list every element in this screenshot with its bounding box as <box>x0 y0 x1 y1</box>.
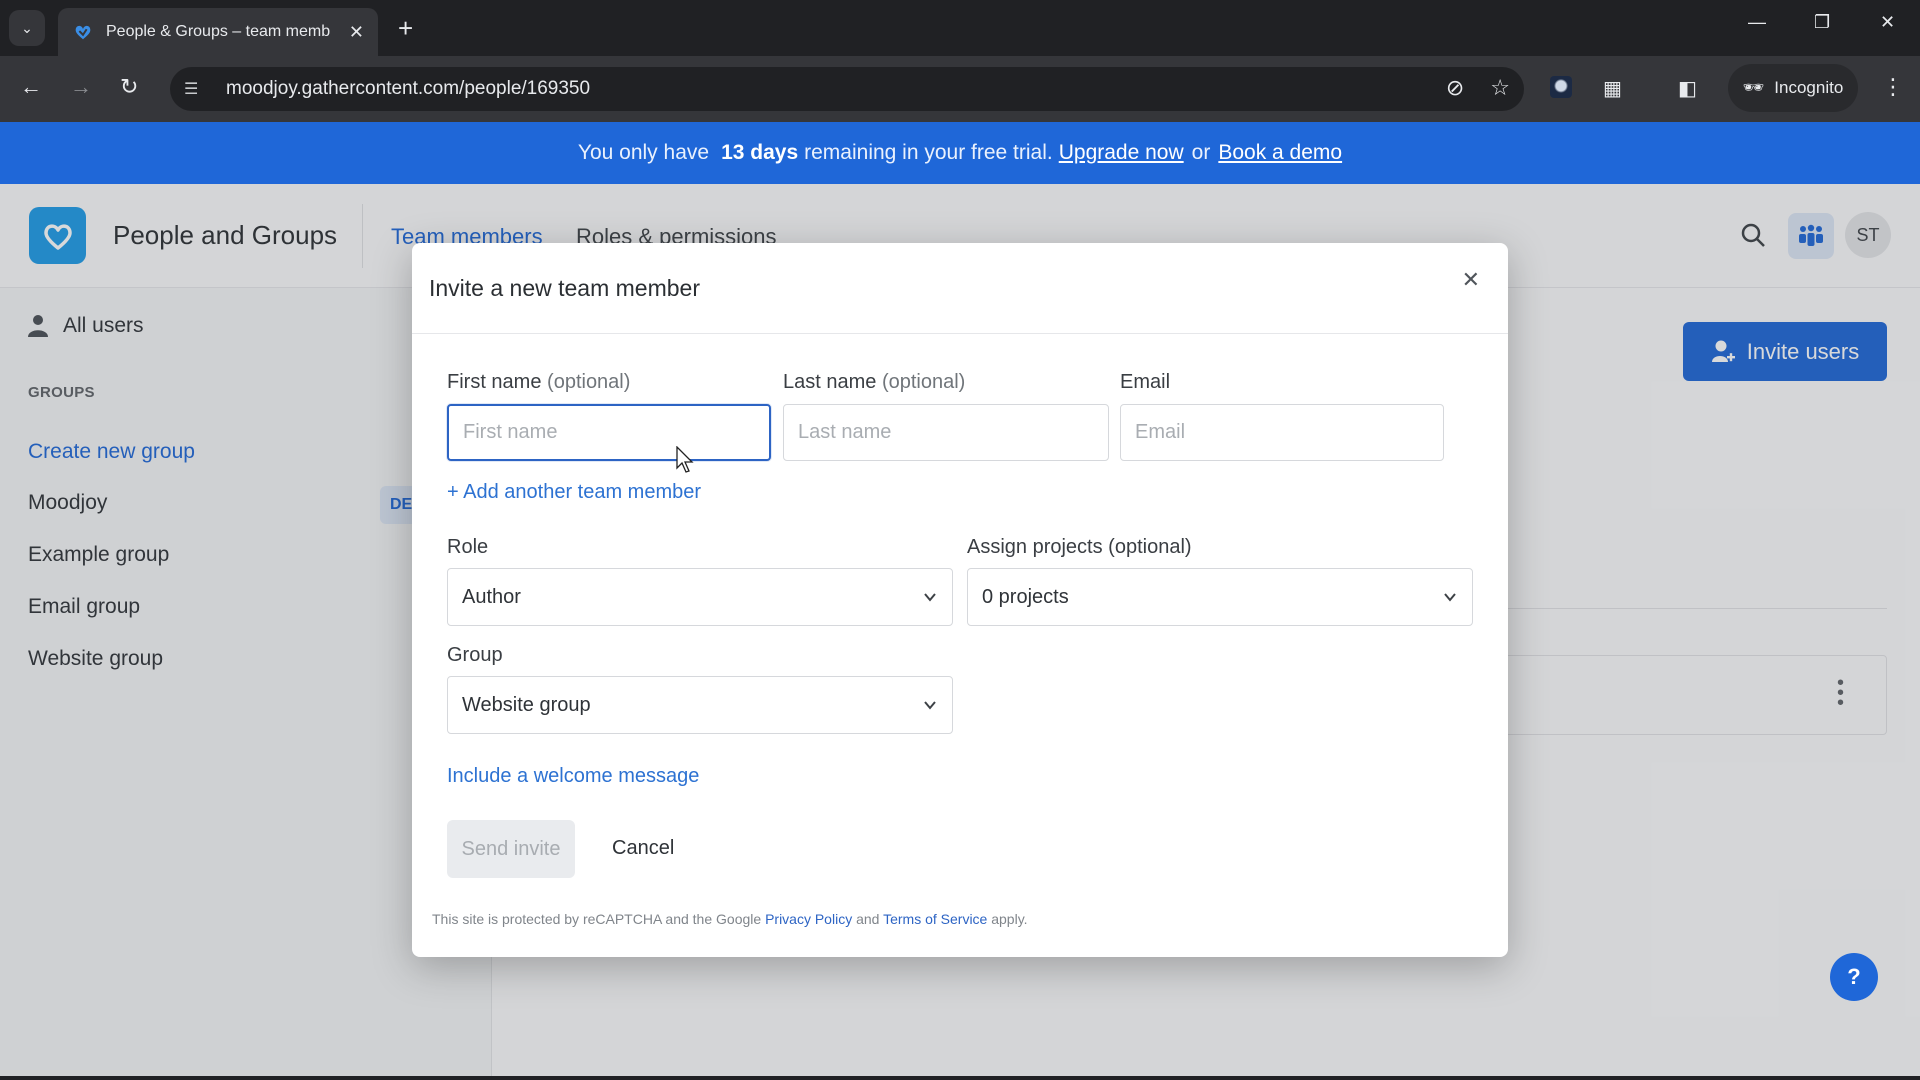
group-label: Group <box>447 644 503 666</box>
group-select[interactable]: Website group <box>447 676 953 734</box>
chevron-down-icon <box>1444 593 1456 602</box>
trial-banner: You only have 13 days remaining in your … <box>0 122 1920 184</box>
add-another-member-link[interactable]: + Add another team member <box>447 481 701 504</box>
last-name-optional: (optional) <box>881 371 966 393</box>
tab-search-button[interactable]: ⌄ <box>9 10 45 46</box>
email-label: Email <box>1120 371 1171 393</box>
include-welcome-message-link[interactable]: Include a welcome message <box>447 765 699 788</box>
gathercontent-favicon-icon <box>75 25 91 40</box>
banner-or: or <box>1191 141 1211 164</box>
recaptcha-prefix: This site is protected by reCAPTCHA and … <box>432 911 762 927</box>
tab-title: People & Groups – team memb <box>106 23 331 40</box>
projects-value: 0 projects <box>982 585 1069 608</box>
last-name-label-text: Last name <box>783 371 877 393</box>
role-select[interactable]: Author <box>447 568 953 626</box>
email-input[interactable] <box>1120 404 1444 461</box>
new-tab-button[interactable]: + <box>398 12 413 44</box>
send-invite-button[interactable]: Send invite <box>447 820 575 878</box>
chevron-down-icon: ⌄ <box>21 19 33 36</box>
help-button[interactable]: ? <box>1830 953 1878 1001</box>
chevron-down-icon <box>924 593 936 602</box>
forward-icon[interactable]: → <box>70 74 92 100</box>
book-demo-link[interactable]: Book a demo <box>1218 141 1342 165</box>
last-name-label: Last name (optional) <box>783 371 965 394</box>
back-icon[interactable]: ← <box>20 74 42 100</box>
role-value: Author <box>462 585 521 608</box>
browser-tab-strip: ⌄ People & Groups – team memb ✕ + — ❐ ✕ <box>0 0 1920 56</box>
recaptcha-and: and <box>856 911 880 927</box>
incognito-icon: 🕶 <box>1742 78 1765 97</box>
group-value: Website group <box>462 693 591 716</box>
chevron-down-icon <box>924 701 936 710</box>
bookmark-star-icon[interactable]: ☆ <box>1490 75 1510 101</box>
restore-icon[interactable]: ❐ <box>1814 12 1830 33</box>
tab-close-icon[interactable]: ✕ <box>349 22 364 43</box>
terms-of-service-link[interactable]: Terms of Service <box>883 911 987 927</box>
close-icon[interactable]: ✕ <box>1462 267 1480 293</box>
recaptcha-suffix: apply. <box>991 911 1028 927</box>
taskbar-edge <box>0 1076 1920 1080</box>
side-panel-icon[interactable]: ◧ <box>1678 76 1697 101</box>
minimize-icon[interactable]: — <box>1748 12 1766 33</box>
first-name-label: First name (optional) <box>447 371 630 394</box>
incognito-indicator[interactable]: 🕶 Incognito <box>1728 64 1858 112</box>
window-close-icon[interactable]: ✕ <box>1880 12 1895 33</box>
modal-title: Invite a new team member <box>429 275 701 301</box>
privacy-policy-link[interactable]: Privacy Policy <box>765 911 852 927</box>
browser-tab-active[interactable]: People & Groups – team memb ✕ <box>58 8 378 56</box>
first-name-input[interactable] <box>447 404 771 461</box>
last-name-input[interactable] <box>783 404 1109 461</box>
eye-off-icon[interactable]: ⊘ <box>1446 75 1464 101</box>
mouse-cursor-icon <box>676 446 694 473</box>
role-label: Role <box>447 536 489 558</box>
first-name-optional: (optional) <box>547 371 631 393</box>
incognito-label: Incognito <box>1774 78 1844 97</box>
browser-menu-icon[interactable]: ⋮ <box>1882 74 1904 100</box>
banner-prefix: You only have <box>577 141 710 164</box>
browser-toolbar: ← → ↻ ☰ moodjoy.gathercontent.com/people… <box>0 56 1920 122</box>
banner-suffix: remaining in your free trial. <box>804 141 1053 164</box>
invite-team-member-modal: Invite a new team member ✕ First name (o… <box>412 243 1508 957</box>
modal-header-divider <box>412 333 1508 334</box>
address-bar[interactable]: ☰ moodjoy.gathercontent.com/people/16935… <box>170 67 1524 111</box>
upgrade-now-link[interactable]: Upgrade now <box>1059 141 1184 165</box>
reload-icon[interactable]: ↻ <box>120 74 138 100</box>
extensions-puzzle-icon[interactable]: ▦ <box>1603 76 1622 101</box>
site-settings-icon[interactable]: ☰ <box>184 79 214 99</box>
cancel-button[interactable]: Cancel <box>612 837 674 860</box>
url-text[interactable]: moodjoy.gathercontent.com/people/169350 <box>226 78 590 100</box>
banner-days: 13 days <box>721 141 799 164</box>
assign-projects-label: Assign projects (optional) <box>967 536 1192 558</box>
first-name-label-text: First name <box>447 371 542 393</box>
assign-projects-select[interactable]: 0 projects <box>967 568 1473 626</box>
extension-icon[interactable] <box>1550 76 1572 98</box>
recaptcha-notice: This site is protected by reCAPTCHA and … <box>432 911 1028 927</box>
